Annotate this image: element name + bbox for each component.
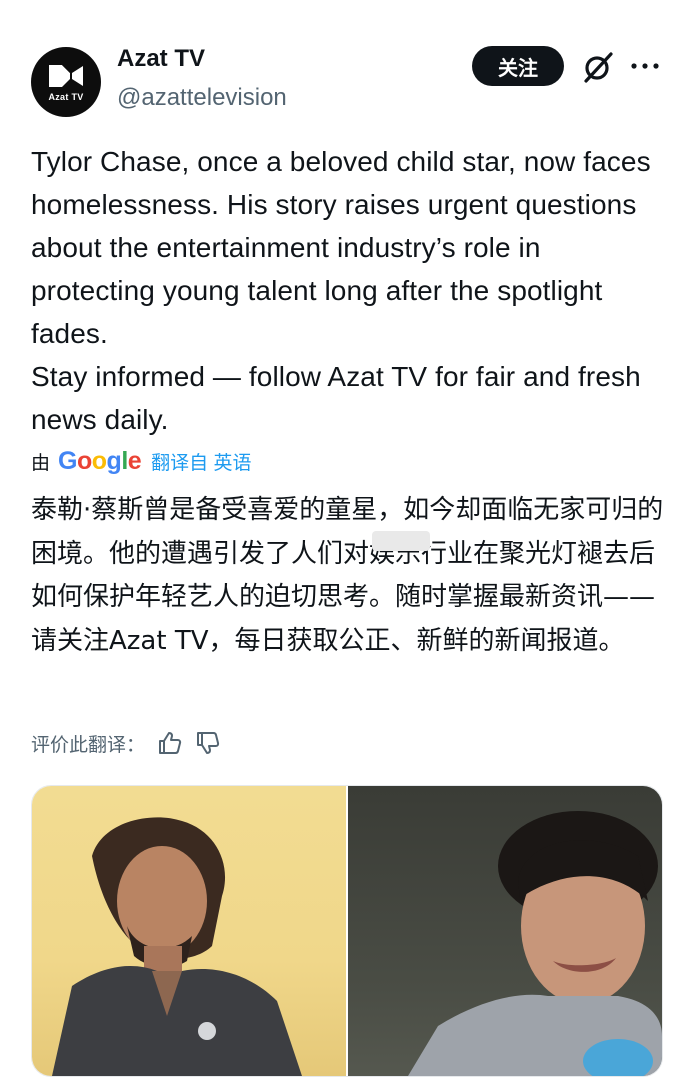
account-handle[interactable]: @azattelevision [117,84,287,112]
translated-from-link[interactable]: 翻译自 英语 [151,448,251,475]
thumbs-down-icon[interactable] [195,730,221,756]
rate-translation-bar: 评价此翻译： [31,726,221,760]
google-logo: Google [58,446,142,475]
rate-translation-label: 评价此翻译： [31,734,146,756]
selection-overlay [372,531,430,551]
account-name[interactable]: Azat TV [117,45,205,73]
translated-by-label: 由 [31,452,51,474]
translated-text: 泰勒·蔡斯曾是备受喜爱的童星，如今却面临无家可归的困境。他的遭遇引发了人们对娱乐… [31,495,664,656]
photo-child[interactable] [348,786,662,1076]
slashed-circle-icon[interactable] [581,50,615,84]
tweet-text: Tylor Chase, once a beloved child star, … [31,140,671,441]
man-portrait-image [52,817,302,1076]
tweet-paragraph: Stay informed — follow Azat TV for fair … [31,361,641,435]
thumbs-up-icon[interactable] [157,730,183,756]
follow-button[interactable]: 关注 [472,46,564,86]
photo-adult-man[interactable] [32,786,346,1076]
tweet-header: Azat TV Azat TV @azattelevision 关注 [0,0,690,130]
more-dots-icon[interactable] [629,54,661,78]
avatar-logo-text: Azat TV [48,92,84,102]
tweet-media[interactable] [31,785,663,1077]
avatar[interactable]: Azat TV [31,47,101,117]
tweet-paragraph: Tylor Chase, once a beloved child star, … [31,146,651,349]
boy-portrait-image [408,811,662,1076]
camera-logo-icon [49,65,83,87]
translation-attribution: 由 Google 翻译自 英语 [31,444,251,478]
